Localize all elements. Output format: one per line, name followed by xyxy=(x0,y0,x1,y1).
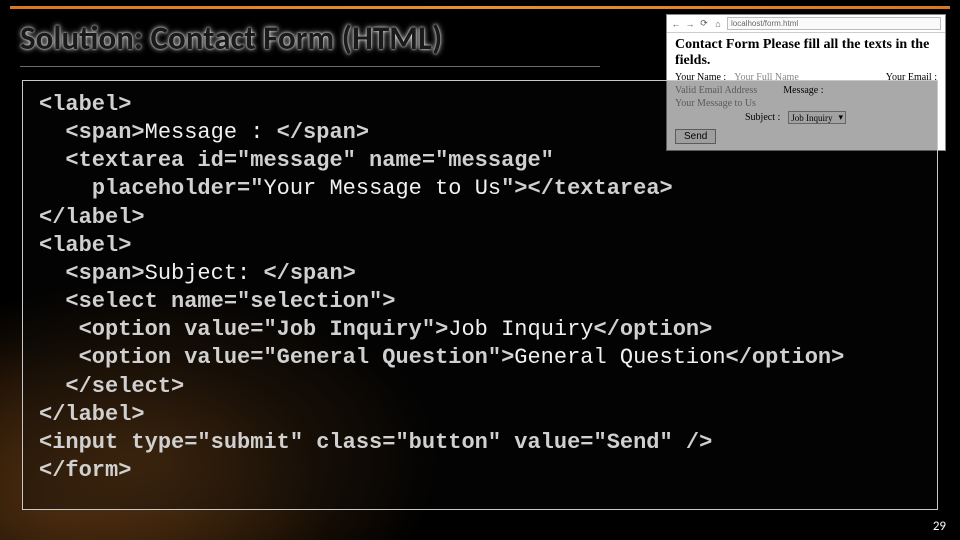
forward-icon: → xyxy=(685,19,695,29)
code-text: Message : xyxy=(145,120,277,145)
home-icon: ⌂ xyxy=(713,19,723,29)
code-line: <label> xyxy=(39,233,131,258)
code-line: </select> xyxy=(65,374,184,399)
code-line: <input type="submit" class="button" valu… xyxy=(39,430,712,455)
url-field: localhost/form.html xyxy=(727,17,941,30)
code-line: "></textarea> xyxy=(501,176,673,201)
code-line: </span> xyxy=(277,120,369,145)
code-line: <textarea id="message" name="message" xyxy=(65,148,553,173)
code-text: General Question xyxy=(514,345,725,370)
code-line: </label> xyxy=(39,402,145,427)
code-line: </form> xyxy=(39,458,131,483)
code-line: </label> xyxy=(39,205,145,230)
code-line: </span> xyxy=(263,261,355,286)
code-line: <span> xyxy=(65,261,144,286)
back-icon: ← xyxy=(671,19,681,29)
code-text: Your Message to Us xyxy=(263,176,501,201)
slide-number: 29 xyxy=(933,519,946,534)
browser-addr-bar: ← → ⟳ ⌂ localhost/form.html xyxy=(667,15,945,33)
slide-title: Solution: Contact Form (HTML) xyxy=(20,18,600,67)
code-line: <span> xyxy=(65,120,144,145)
code-line: </option> xyxy=(726,345,845,370)
code-text: Subject: xyxy=(145,261,264,286)
code-line: <option value="General Question"> xyxy=(79,345,515,370)
code-line: <select name="selection"> xyxy=(65,289,395,314)
code-line: </option> xyxy=(594,317,713,342)
code-line: <option value="Job Inquiry"> xyxy=(79,317,449,342)
accent-rule xyxy=(10,6,950,9)
code-line: placeholder=" xyxy=(92,176,264,201)
code-line: <label> xyxy=(39,92,131,117)
preview-heading: Contact Form Please fill all the texts i… xyxy=(667,33,945,71)
code-text: Job Inquiry xyxy=(448,317,593,342)
reload-icon: ⟳ xyxy=(699,18,709,29)
code-block: <label> <span>Message : </span> <textare… xyxy=(22,80,938,510)
